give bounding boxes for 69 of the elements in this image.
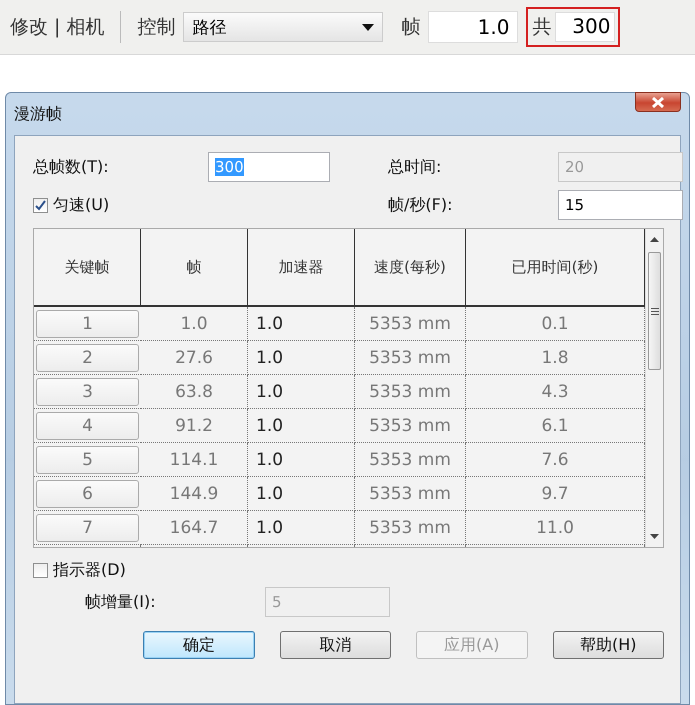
table-cell: 9.7 — [541, 484, 569, 504]
table-cell: 1.0 — [256, 382, 284, 402]
dropdown-caret-icon — [362, 24, 374, 30]
keyframe-button[interactable]: 4 — [36, 412, 139, 440]
scroll-up-icon — [650, 237, 659, 242]
table-cell: 1.0 — [256, 484, 284, 504]
table-cell: 4.3 — [541, 382, 569, 402]
total-label: 共 — [532, 15, 552, 40]
table-cell: 1.0 — [256, 348, 284, 368]
column-header[interactable]: 速度(每秒) — [355, 229, 466, 307]
grip-icon — [650, 308, 658, 314]
dialog-button: 应用(A) — [416, 631, 528, 659]
table-cell: 5353 mm — [369, 518, 451, 538]
frame-label: 帧 — [401, 15, 420, 40]
keyframe-button[interactable]: 2 — [36, 344, 139, 372]
field-label: 总时间: — [388, 156, 442, 178]
table-cell: 1.0 — [256, 416, 284, 436]
keyframe-button[interactable]: 7 — [36, 514, 139, 542]
keyframe-button[interactable]: 6 — [36, 480, 139, 508]
table-cell: 1.0 — [256, 314, 284, 334]
field-label: 帧/秒(F): — [388, 194, 454, 216]
table-cell: 5353 mm — [369, 314, 451, 334]
checkmark-icon — [35, 200, 46, 210]
table-cell: 144.9 — [170, 484, 218, 504]
table-cell: 11.0 — [536, 518, 574, 538]
table-cell: 5353 mm — [369, 416, 451, 436]
table-cell: 5353 mm — [369, 382, 451, 402]
close-icon — [652, 96, 664, 108]
table-cell: 6.1 — [541, 416, 569, 436]
table-cell: 164.7 — [170, 518, 218, 538]
table-cell: 27.6 — [175, 348, 213, 368]
toolbar-title: 修改 | 相机 — [10, 15, 104, 40]
checkbox-label: 匀速(U) — [53, 194, 110, 216]
dialog-button[interactable]: 帮助(H) — [552, 631, 664, 659]
dialog-button[interactable]: 取消 — [280, 631, 391, 659]
close-button[interactable] — [635, 92, 681, 112]
keyframe-button[interactable]: 5 — [36, 446, 139, 474]
total-frames-field[interactable]: 300 — [555, 12, 616, 42]
control-label: 控制 — [137, 15, 176, 40]
path-dropdown[interactable]: 路径 — [183, 12, 384, 42]
column-header[interactable]: 帧 — [141, 229, 248, 307]
scrollbar[interactable] — [645, 229, 663, 547]
table-cell: 5353 mm — [369, 348, 451, 368]
table-cell: 1.0 — [256, 450, 284, 470]
keyframe-button[interactable]: 3 — [36, 378, 139, 406]
table-cell: 1.8 — [541, 348, 569, 368]
table-cell: 1.0 — [256, 518, 284, 538]
column-header[interactable]: 加速器 — [248, 229, 355, 307]
field-label: 总帧数(T): — [33, 156, 110, 178]
window-title: 漫游帧 — [14, 104, 62, 124]
table-cell: 91.2 — [175, 416, 213, 436]
uniform-speed-checkbox[interactable] — [33, 198, 48, 212]
table-cell: 5353 mm — [369, 484, 451, 504]
table-cell: 7.6 — [541, 450, 569, 470]
table-cell: 63.8 — [175, 382, 213, 402]
table-cell: 1.0 — [180, 314, 208, 334]
table-cell: 0.1 — [541, 314, 569, 334]
dialog-button[interactable]: 确定 — [143, 631, 254, 659]
table-cell: 114.1 — [170, 450, 218, 470]
indicator-checkbox[interactable] — [33, 563, 48, 578]
keyframe-button[interactable]: 1 — [36, 310, 139, 338]
checkbox-label: 指示器(D) — [53, 560, 126, 581]
scroll-thumb[interactable] — [648, 252, 661, 370]
column-header[interactable]: 关键帧 — [34, 229, 141, 307]
table-cell: 5353 mm — [369, 450, 451, 470]
scroll-down-icon — [650, 534, 659, 539]
fps-field[interactable]: 15 — [558, 190, 683, 220]
frame-field[interactable]: 1.0 — [428, 11, 518, 43]
field-label: 帧增量(I): — [85, 592, 157, 612]
